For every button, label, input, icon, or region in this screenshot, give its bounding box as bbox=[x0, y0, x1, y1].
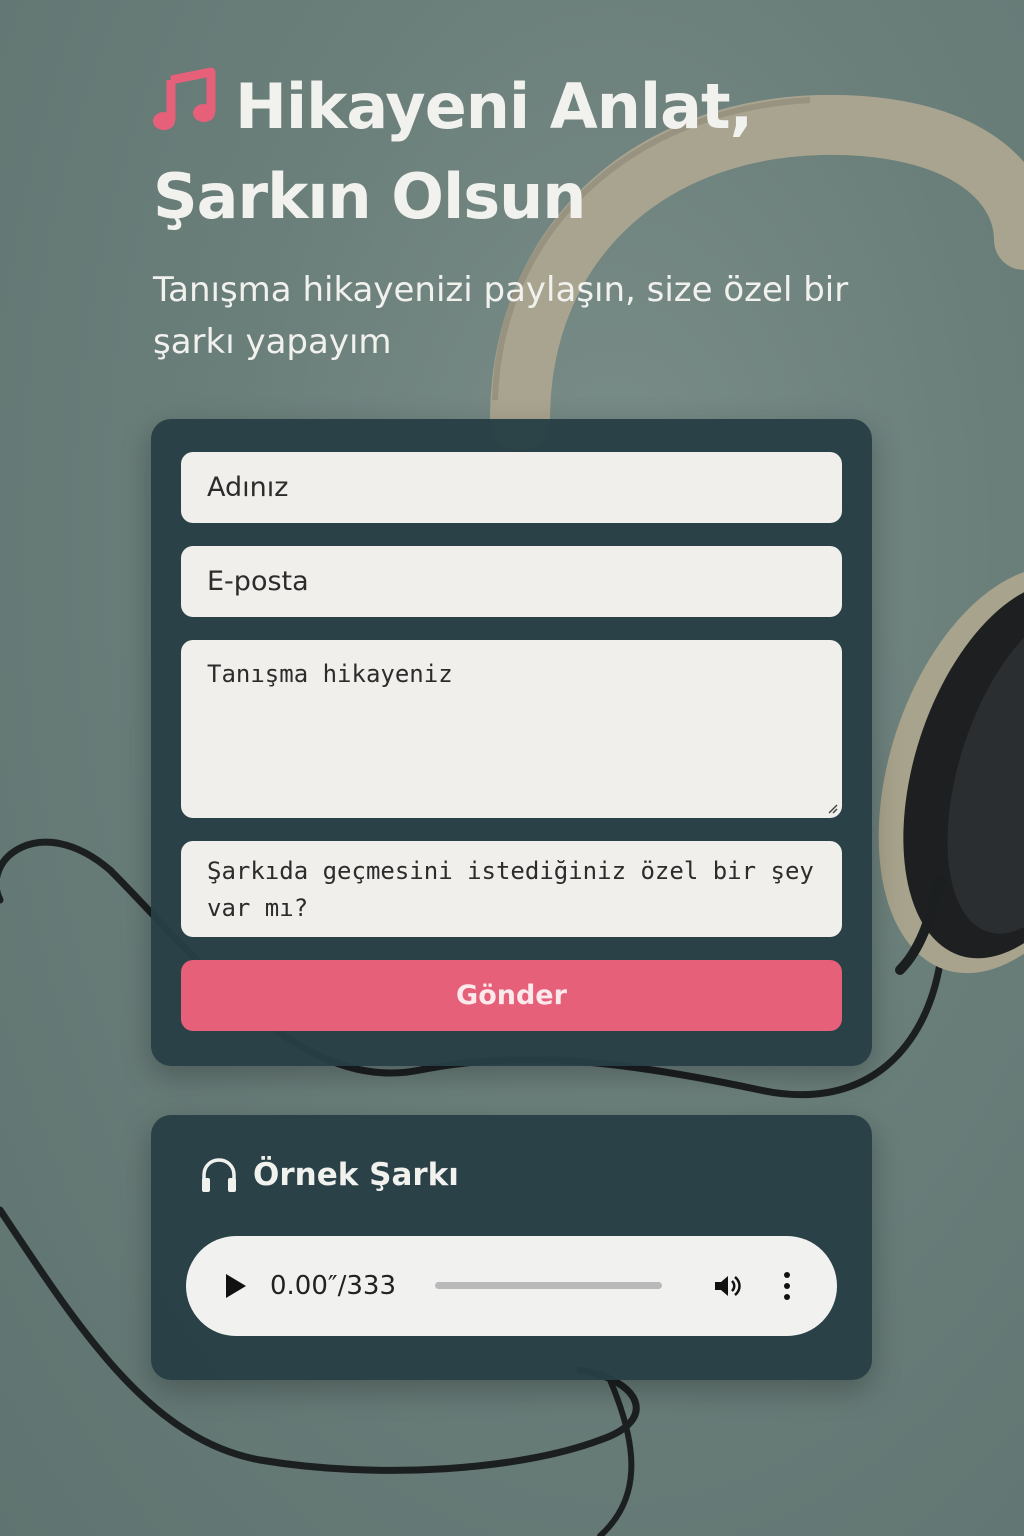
story-textarea[interactable]: Tanışma hikayeniz bbox=[181, 640, 842, 818]
hero-section: Hikayeni Anlat, Şarkın Olsun Tanışma hik… bbox=[153, 62, 873, 368]
page-subtitle: Tanışma hikayenizi paylaşın, size özel b… bbox=[153, 270, 849, 362]
sample-song-header: Örnek Şarkı bbox=[199, 1155, 459, 1195]
submit-button[interactable]: Gönder bbox=[181, 960, 842, 1031]
more-options-icon[interactable] bbox=[780, 1270, 794, 1302]
music-note-icon bbox=[153, 67, 216, 130]
playback-time: 0.00″/333 bbox=[270, 1271, 396, 1301]
email-input[interactable]: E-posta bbox=[181, 546, 842, 617]
title-line-1: Hikayeni Anlat, bbox=[235, 70, 753, 143]
play-icon[interactable] bbox=[224, 1272, 248, 1300]
title-line-2: Şarkın Olsun bbox=[153, 160, 586, 233]
resize-handle-icon[interactable] bbox=[826, 802, 838, 814]
sample-song-card: Örnek Şarkı 0.00″/333 bbox=[151, 1115, 872, 1380]
special-request-placeholder: Şarkıda geçmesini istediğiniz özel bir ş… bbox=[207, 857, 814, 922]
volume-icon[interactable] bbox=[712, 1271, 742, 1301]
story-form: Adınız E-posta Tanışma hikayeniz Şarkıda… bbox=[151, 419, 872, 1066]
headphones-icon bbox=[202, 1158, 236, 1192]
story-placeholder: Tanışma hikayeniz bbox=[207, 660, 453, 688]
email-placeholder: E-posta bbox=[207, 566, 309, 597]
audio-player: 0.00″/333 bbox=[186, 1236, 837, 1336]
page-title: Hikayeni Anlat, Şarkın Olsun bbox=[153, 62, 873, 242]
name-input[interactable]: Adınız bbox=[181, 452, 842, 523]
sample-song-title: Örnek Şarkı bbox=[253, 1157, 459, 1193]
progress-slider[interactable] bbox=[435, 1282, 662, 1289]
special-request-textarea[interactable]: Şarkıda geçmesini istediğiniz özel bir ş… bbox=[181, 841, 842, 937]
name-placeholder: Adınız bbox=[207, 472, 289, 503]
